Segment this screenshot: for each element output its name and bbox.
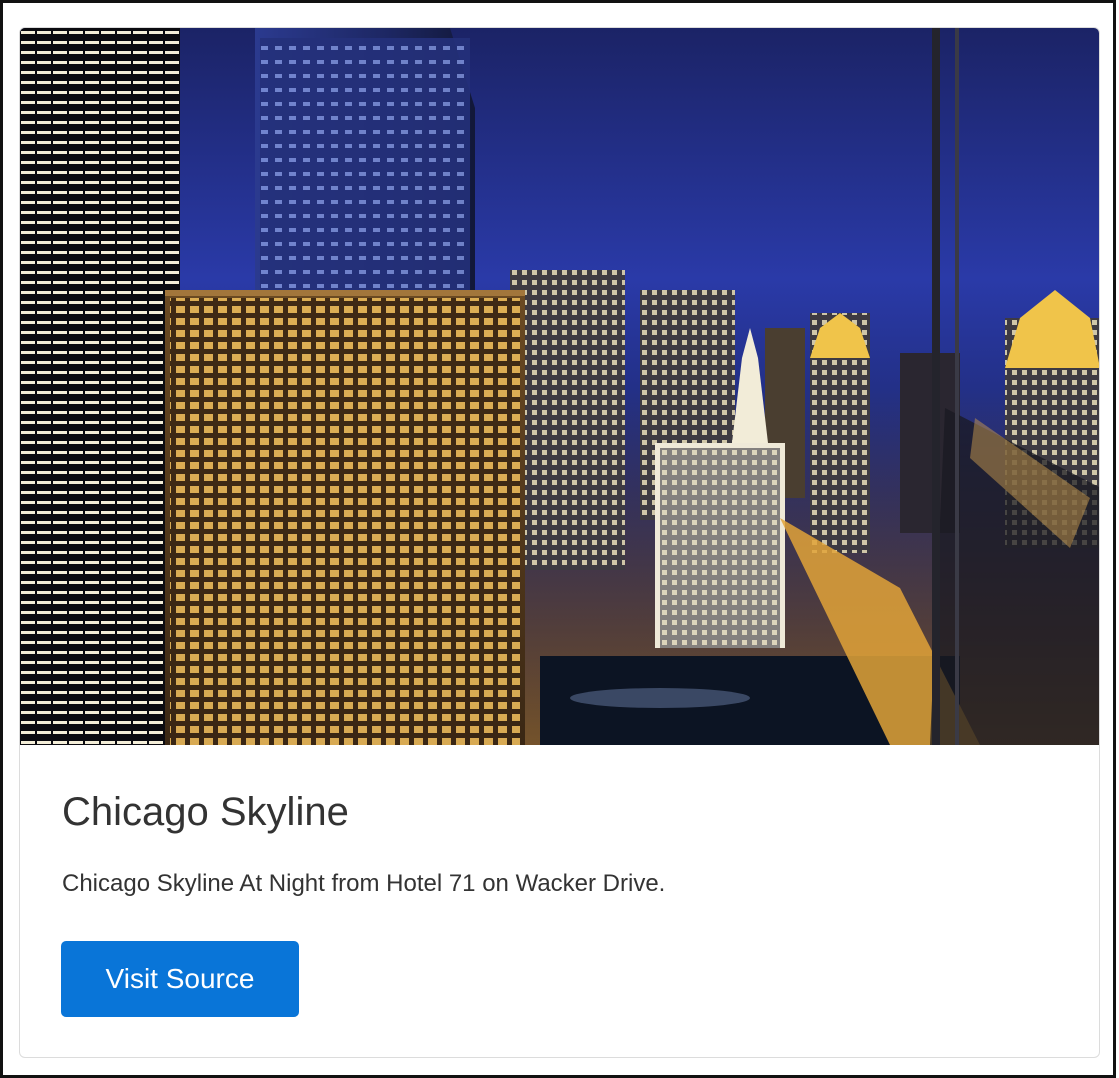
card-description: Chicago Skyline At Night from Hotel 71 o… (62, 870, 666, 897)
visit-source-button[interactable]: Visit Source (61, 941, 299, 1017)
image-card: Chicago Skyline Chicago Skyline At Night… (19, 27, 1100, 1058)
chicago-skyline-photo (20, 28, 1099, 745)
card-title: Chicago Skyline (62, 790, 349, 834)
